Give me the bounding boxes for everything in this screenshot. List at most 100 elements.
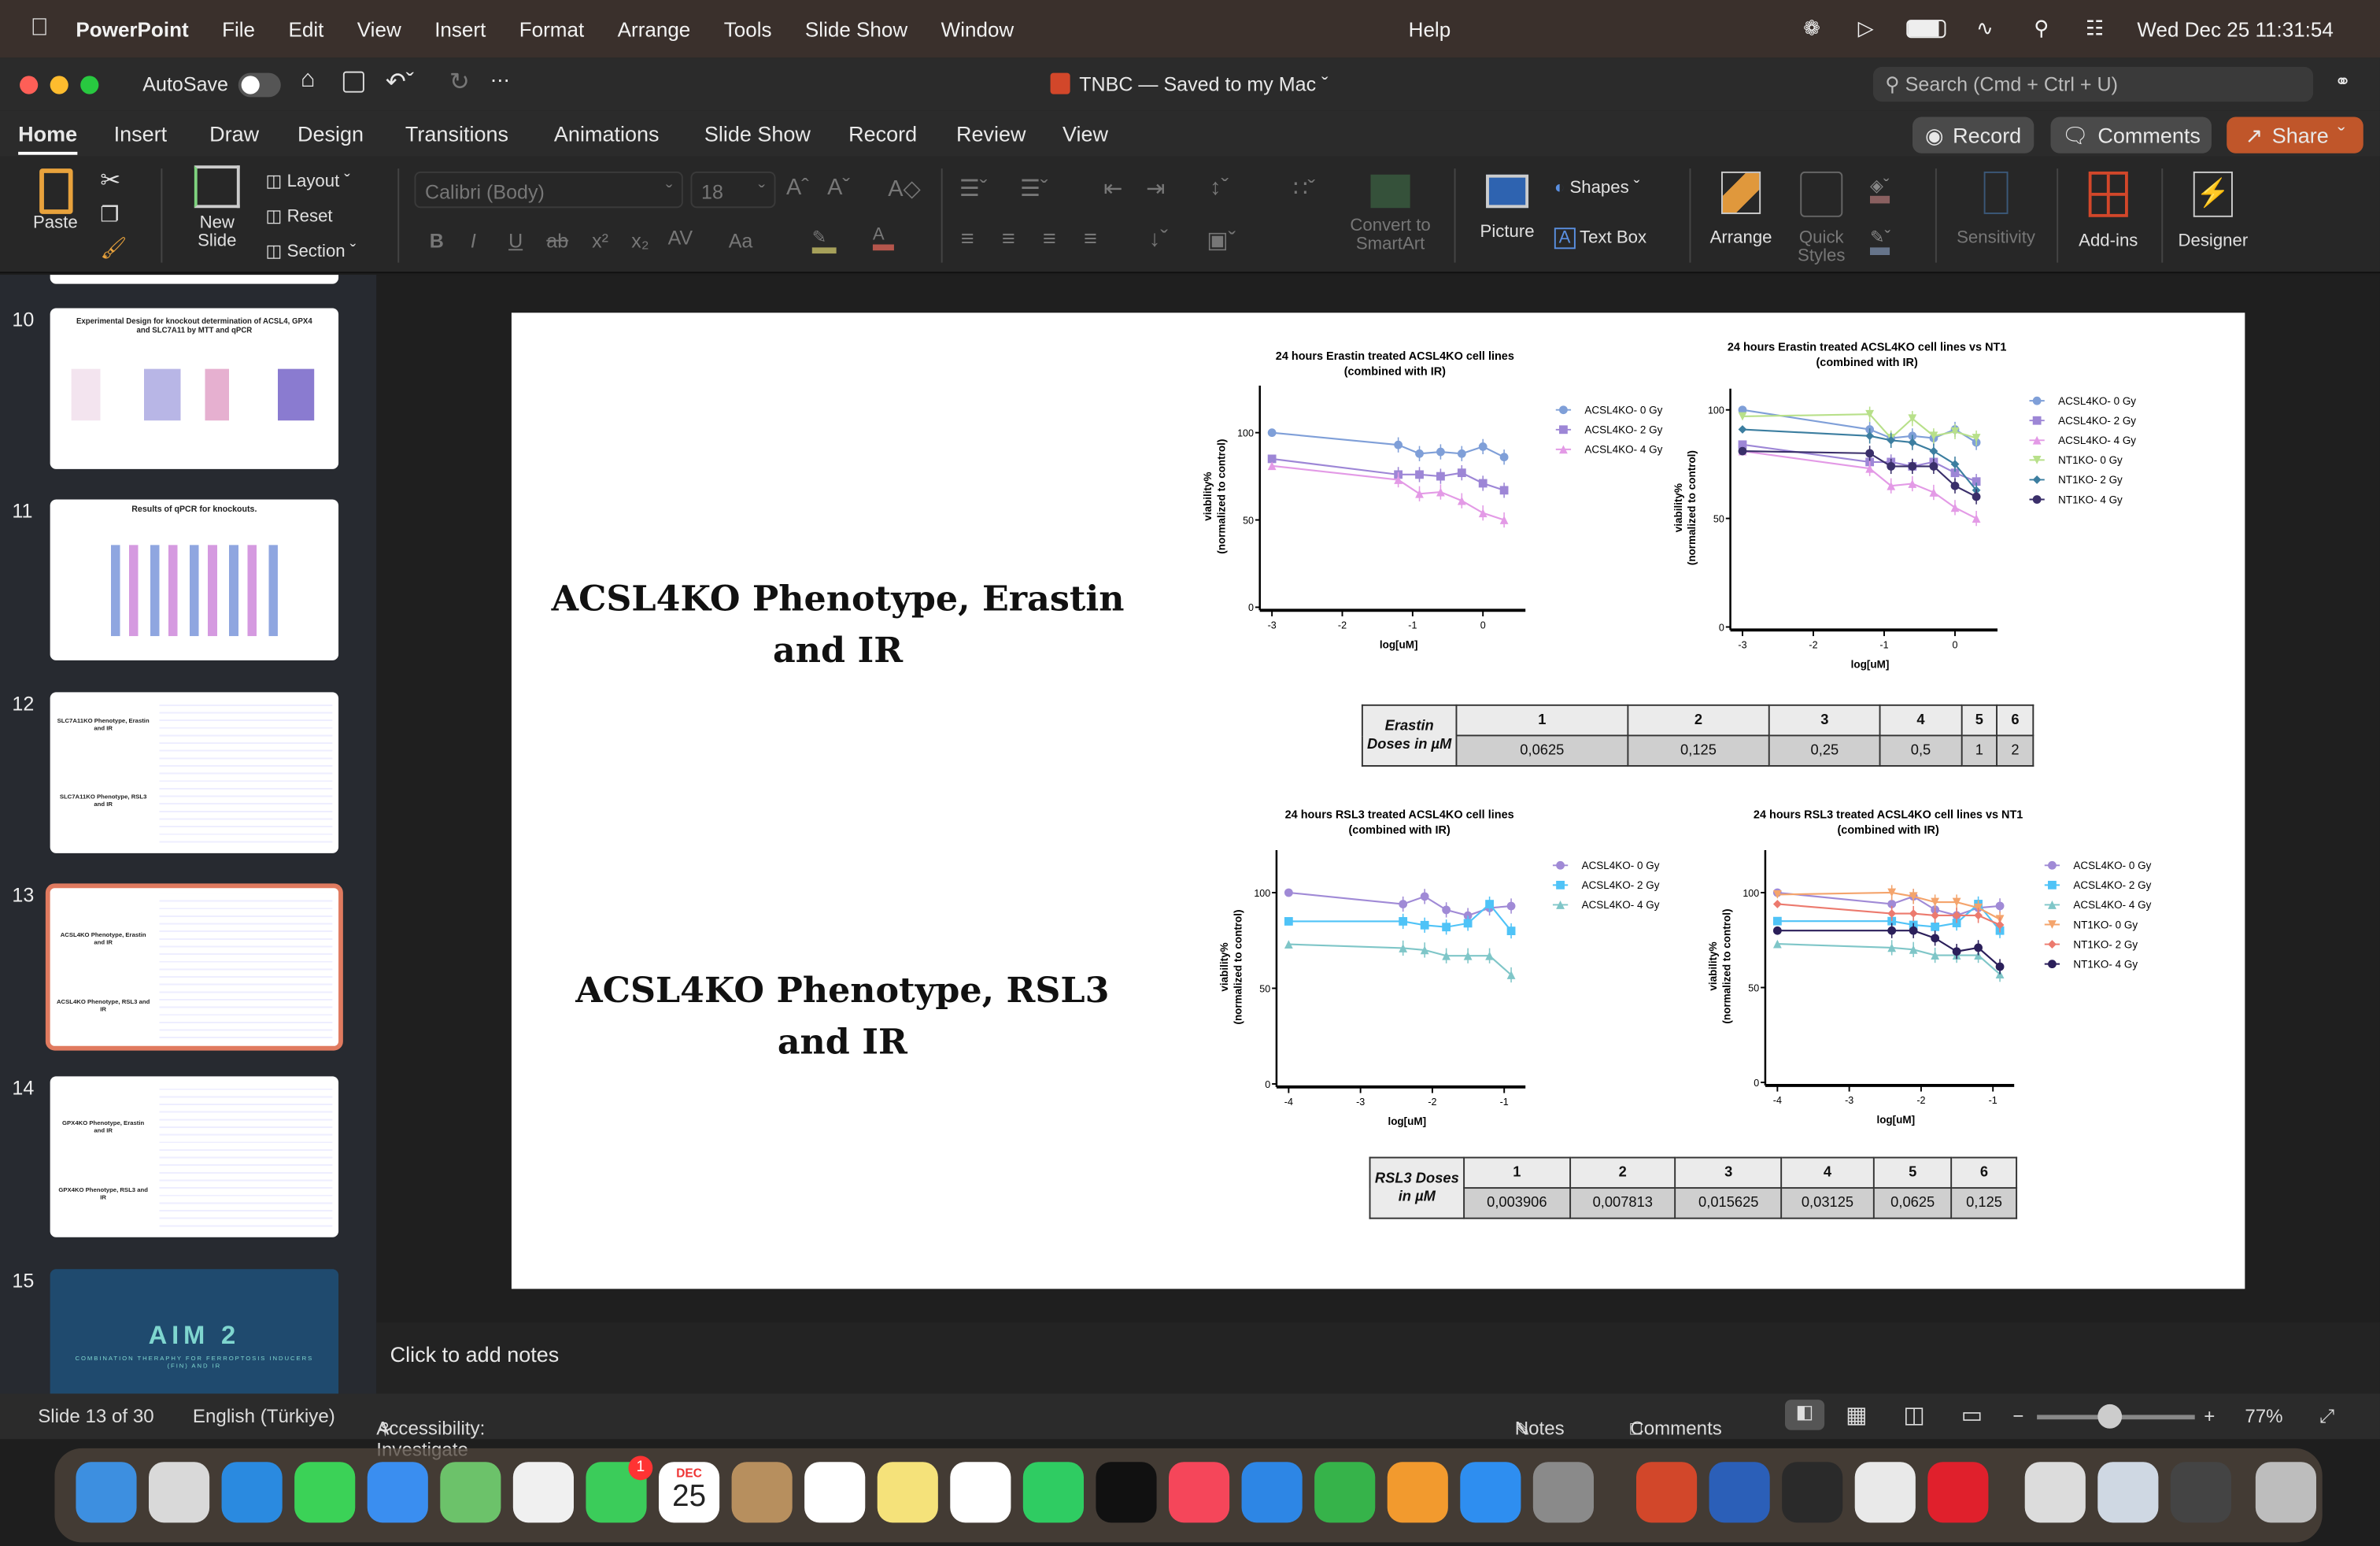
text-box-button[interactable]: A Text Box bbox=[1554, 227, 1646, 250]
picture-button[interactable]: Picture bbox=[1469, 174, 1545, 242]
tab-draw[interactable]: Draw bbox=[209, 121, 259, 146]
play-status-icon[interactable]: ▷ bbox=[1858, 17, 1874, 41]
bullets-icon[interactable]: ☰ˇ bbox=[959, 175, 988, 202]
slide-editing-area[interactable]: ACSL4KO Phenotype, Erastin and IR ACSL4K… bbox=[376, 275, 2380, 1322]
shapes-button[interactable]: ◐ Shapes ˇ bbox=[1554, 179, 1639, 198]
numbers-icon[interactable] bbox=[1314, 1462, 1376, 1523]
justify-icon[interactable]: ≡ bbox=[1084, 226, 1097, 252]
font-color-icon[interactable]: A bbox=[872, 226, 894, 251]
freeform-icon[interactable] bbox=[950, 1462, 1011, 1523]
zoom-out-button[interactable]: − bbox=[2012, 1406, 2023, 1427]
normal-view-button[interactable]: ◧ bbox=[1784, 1400, 1825, 1430]
copy-icon[interactable]: ❐ bbox=[100, 202, 119, 227]
more-icon[interactable]: ⋯ bbox=[490, 68, 510, 93]
underline-button[interactable]: U bbox=[508, 229, 523, 252]
zoom-level[interactable]: 77% bbox=[2245, 1406, 2282, 1427]
tab-review[interactable]: Review bbox=[956, 121, 1026, 146]
clear-formatting-icon[interactable]: A◇ bbox=[888, 175, 921, 202]
font-family-select[interactable]: Calibri (Body) ˇ bbox=[414, 171, 683, 209]
redo-icon[interactable]: ↻ bbox=[449, 67, 470, 98]
highlight-color-icon[interactable]: ✎ bbox=[811, 226, 837, 254]
slide-thumbnail-panel[interactable]: 10 Experimental Design for knockout dete… bbox=[0, 275, 377, 1396]
quick-styles-button[interactable]: Quick Styles bbox=[1788, 171, 1855, 266]
system-settings-icon[interactable] bbox=[1532, 1462, 1594, 1523]
tab-slide-show[interactable]: Slide Show bbox=[704, 121, 811, 146]
slide-thumbnail-13-selected[interactable]: ACSL4KO Phenotype, Erastin and IR ACSL4KO… bbox=[45, 883, 343, 1051]
menu-app-name[interactable]: PowerPoint bbox=[76, 17, 188, 40]
reading-view-button[interactable]: ◫ bbox=[1903, 1401, 1924, 1429]
new-slide-button[interactable]: New Slide bbox=[182, 165, 252, 250]
tab-record[interactable]: Record bbox=[848, 121, 917, 146]
slide-13[interactable]: ACSL4KO Phenotype, Erastin and IR ACSL4K… bbox=[511, 313, 2245, 1289]
close-window-button[interactable] bbox=[20, 76, 39, 94]
maps-icon[interactable] bbox=[440, 1462, 501, 1523]
dose-response-charts[interactable]: 24 hours Erastin treated ACSL4KO cell li… bbox=[512, 313, 2245, 1289]
notes-icon[interactable] bbox=[877, 1462, 938, 1523]
shape-fill-icon[interactable]: ◈ˇ bbox=[1869, 175, 1890, 204]
notes-pane[interactable]: Click to add notes bbox=[376, 1322, 2380, 1394]
text-direction-icon[interactable]: ↓ˇ bbox=[1149, 226, 1168, 252]
chrome-icon[interactable] bbox=[1854, 1462, 1916, 1523]
recent-window-3-icon[interactable] bbox=[2170, 1462, 2231, 1523]
app-store-icon[interactable] bbox=[1460, 1462, 1521, 1523]
recent-window-2-icon[interactable] bbox=[2097, 1462, 2159, 1523]
superscript-button[interactable]: x² bbox=[592, 229, 608, 252]
add-ins-button[interactable]: Add-ins bbox=[2071, 171, 2146, 250]
slide-show-view-button[interactable]: ▭ bbox=[1961, 1401, 1983, 1429]
comments-button[interactable]: 🗨 Comments bbox=[2050, 117, 2212, 153]
designer-button[interactable]: ⚡ Designer bbox=[2174, 171, 2252, 250]
decrease-font-icon[interactable]: Aˇ bbox=[827, 175, 850, 201]
tab-animations[interactable]: Animations bbox=[554, 121, 660, 146]
arrange-button[interactable]: Arrange bbox=[1703, 171, 1779, 247]
menu-insert[interactable]: Insert bbox=[434, 17, 486, 40]
trash-icon[interactable] bbox=[2255, 1462, 2316, 1523]
zoom-slider-knob[interactable] bbox=[2097, 1404, 2123, 1429]
zoom-window-button[interactable] bbox=[80, 76, 99, 94]
menu-file[interactable]: File bbox=[222, 17, 255, 40]
align-left-icon[interactable]: ≡ bbox=[961, 226, 974, 252]
contacts-icon[interactable] bbox=[731, 1462, 793, 1523]
wifi-icon[interactable]: ∿ bbox=[1976, 17, 1994, 41]
calendar-icon[interactable]: DEC 25 bbox=[658, 1462, 720, 1523]
chatgpt-status-icon[interactable]: ❁ bbox=[1803, 17, 1820, 41]
strikethrough-button[interactable]: ab bbox=[546, 229, 568, 252]
menu-format[interactable]: Format bbox=[519, 17, 584, 40]
chatgpt-icon[interactable] bbox=[1782, 1462, 1843, 1523]
copilot-icon[interactable]: ⚭ bbox=[2334, 70, 2351, 94]
slide-thumbnail-9[interactable] bbox=[50, 275, 339, 284]
battery-icon[interactable] bbox=[1906, 20, 1946, 39]
share-button[interactable]: ↗ Share ˇ bbox=[2227, 117, 2363, 153]
facetime-icon[interactable]: 1 bbox=[586, 1455, 653, 1523]
increase-font-icon[interactable]: Aˆ bbox=[786, 175, 809, 201]
slide-thumbnail-12[interactable]: SLC7A11KO Phenotype, Erastin and IR SLC7A… bbox=[50, 692, 339, 853]
minimize-window-button[interactable] bbox=[50, 76, 68, 94]
italic-button[interactable]: I bbox=[471, 229, 476, 252]
record-button[interactable]: ◉ Record bbox=[1912, 117, 2034, 153]
menu-arrange[interactable]: Arrange bbox=[618, 17, 691, 40]
safari-icon[interactable] bbox=[221, 1462, 283, 1523]
numbering-icon[interactable]: ☰ˇ bbox=[1020, 175, 1048, 202]
apple-tv-icon[interactable] bbox=[1096, 1462, 1157, 1523]
document-title[interactable]: TNBC — Saved to my Mac ˇ bbox=[1050, 72, 1328, 95]
photos-icon[interactable] bbox=[512, 1462, 574, 1523]
recent-window-1-icon[interactable] bbox=[2024, 1462, 2086, 1523]
erastin-dose-table[interactable]: Erastin Doses in µM 123456 0,0625 0,125 0,… bbox=[1361, 704, 2034, 767]
cut-icon[interactable]: ✂ bbox=[100, 165, 120, 196]
align-text-icon[interactable]: ▣ˇ bbox=[1207, 226, 1236, 253]
layout-button[interactable]: ◫ Layout ˇ bbox=[265, 170, 349, 191]
undo-icon[interactable]: ↶ˇ bbox=[386, 67, 414, 98]
tab-insert[interactable]: Insert bbox=[114, 121, 168, 146]
finder-icon[interactable] bbox=[76, 1462, 137, 1523]
line-spacing-icon[interactable]: ↕ˇ bbox=[1210, 175, 1229, 201]
align-right-icon[interactable]: ≡ bbox=[1043, 226, 1056, 252]
sensitivity-button[interactable]: Sensitivity bbox=[1952, 171, 2040, 247]
outdent-icon[interactable]: ⇤ bbox=[1103, 175, 1122, 202]
change-case-button[interactable]: Aa bbox=[729, 229, 753, 252]
slide-thumbnail-15[interactable]: AIM 2 COMBINATION THERAPHY FOR FERROPTOSI… bbox=[50, 1269, 339, 1396]
tab-view[interactable]: View bbox=[1062, 121, 1108, 146]
subscript-button[interactable]: x₂ bbox=[631, 229, 649, 252]
language-indicator[interactable]: English (Türkiye) bbox=[193, 1406, 335, 1427]
align-center-icon[interactable]: ≡ bbox=[1002, 226, 1015, 252]
spotlight-icon[interactable]: ⚲ bbox=[2034, 17, 2049, 41]
zoom-in-button[interactable]: + bbox=[2204, 1406, 2215, 1427]
